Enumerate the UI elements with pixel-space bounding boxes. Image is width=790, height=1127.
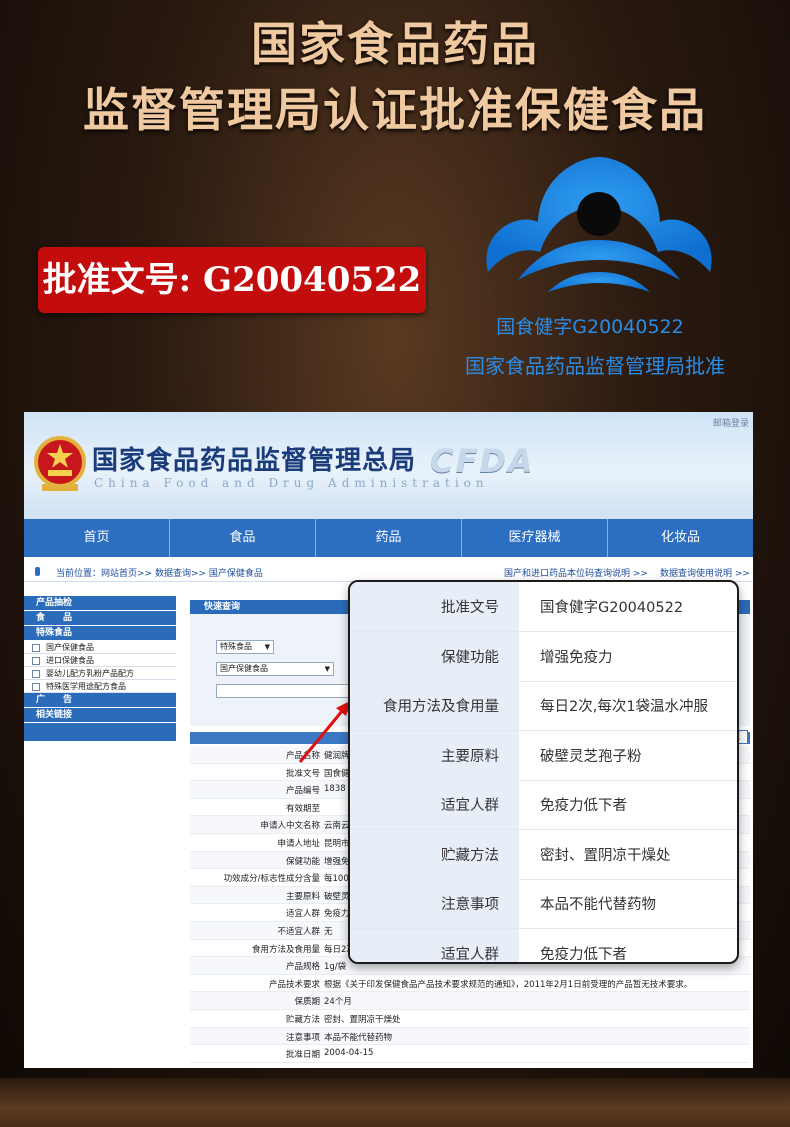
table-row: 产品技术要求 根据《关于印发保健食品产品技术要求规范的通知》，2011年2月1日前… bbox=[190, 975, 750, 993]
sidebar-sub-medical-food[interactable]: 特殊医学用途配方食品 bbox=[24, 680, 176, 693]
popup-row-value: 免疫力低下者 bbox=[540, 798, 627, 814]
row-value: 1g/袋 bbox=[324, 962, 347, 973]
main-nav: 首页 食品 药品 医疗器械 化妆品 bbox=[24, 519, 753, 557]
sidebar-item-food[interactable]: 食 品 bbox=[24, 611, 176, 625]
row-label: 申请人中文名称 bbox=[260, 821, 320, 832]
site-title: 国家食品药品监督管理总局 bbox=[92, 446, 417, 476]
location-pin-icon bbox=[35, 567, 40, 576]
row-value: 2004-04-15 bbox=[324, 1048, 374, 1059]
row-label: 贮藏方法 bbox=[285, 1014, 320, 1025]
logo-caption-approval: 国食健字G20040522 bbox=[496, 316, 684, 338]
headline-line2: 监督管理局认证批准保健食品 bbox=[83, 83, 707, 137]
sidebar-item-special-food[interactable]: 特殊食品 bbox=[24, 626, 176, 640]
row-label: 注意事项 bbox=[285, 1032, 320, 1043]
row-label: 产品规格 bbox=[285, 962, 320, 973]
popup-row-label: 主要原料 bbox=[350, 730, 519, 780]
sidebar-item-links[interactable]: 相关链接 bbox=[24, 708, 176, 722]
category-select-value: 特殊食品 bbox=[220, 642, 252, 651]
popup-row: 保健功能 增强免疫力 bbox=[350, 631, 737, 682]
query-help-link[interactable]: 数据查询使用说明 >> bbox=[660, 566, 750, 579]
popup-row-label: 保健功能 bbox=[350, 631, 519, 681]
national-emblem-icon bbox=[34, 436, 86, 491]
sidebar-item-sampling[interactable]: 产品抽检 bbox=[24, 596, 176, 610]
subcategory-select[interactable]: 国产保健食品 ▼ bbox=[216, 662, 334, 676]
headline-line1: 国家食品药品 bbox=[251, 17, 539, 71]
nav-cosmetics[interactable]: 化妆品 bbox=[608, 519, 753, 557]
popup-row-label: 适宜人群 bbox=[350, 780, 519, 829]
popup-row-value: 增强免疫力 bbox=[540, 649, 613, 666]
popup-row-value: 密封、置阴凉干燥处 bbox=[540, 847, 671, 864]
nav-medical-devices[interactable]: 医疗器械 bbox=[462, 519, 608, 557]
popup-row: 适宜人群免疫力低下者 bbox=[350, 928, 737, 963]
email-login-link[interactable]: 邮箱登录 bbox=[713, 416, 749, 429]
chevron-down-icon: ▼ bbox=[324, 665, 330, 673]
table-row: 贮藏方法 密封、置阴凉干燥处 bbox=[190, 1010, 750, 1028]
category-select[interactable]: 特殊食品 ▼ bbox=[216, 640, 274, 654]
row-label: 适宜人群 bbox=[285, 909, 320, 920]
sidebar-sub-infant-formula[interactable]: 婴幼儿配方乳粉产品配方 bbox=[24, 667, 176, 680]
sidebar-item-ads[interactable]: 广 告 bbox=[24, 693, 176, 707]
row-value: 24个月 bbox=[324, 997, 352, 1008]
popup-row-value: 国食健字G20040522 bbox=[540, 600, 684, 616]
popup-row: 贮藏方法 密封、置阴凉干燥处 bbox=[350, 829, 737, 880]
row-label: 产品技术要求 bbox=[268, 979, 320, 990]
popup-row-label: 食用方法及食用量 bbox=[350, 681, 519, 730]
row-label: 保质期 bbox=[294, 997, 320, 1008]
popup-row: 注意事项 本品不能代替药物 bbox=[350, 879, 737, 929]
popup-row-label: 注意事项 bbox=[350, 879, 519, 928]
sidebar-sub-imported-health-food[interactable]: 进口保健食品 bbox=[24, 654, 176, 667]
row-label: 食用方法及食用量 bbox=[251, 944, 320, 955]
popup-row: 适宜人群 免疫力低下者 bbox=[350, 780, 737, 830]
table-row: 批准日期 2004-04-15 bbox=[190, 1045, 750, 1063]
cfda-cloud-logo-icon bbox=[486, 157, 712, 292]
row-label: 功效成分/标志性成分含量 bbox=[223, 874, 320, 885]
site-header: 国家食品药品监督管理总局 China Food and Drug Adminis… bbox=[24, 412, 753, 519]
subcategory-select-value: 国产保健食品 bbox=[220, 664, 268, 673]
zoom-detail-popup: 批准文号 国食健字G20040522 保健功能 增强免疫力食用方法及食用量 每日2次,每… bbox=[348, 580, 739, 964]
approval-number-badge: 批准文号: G20040522 bbox=[38, 247, 426, 313]
row-label: 产品编号 bbox=[285, 786, 320, 797]
row-value: 1838 bbox=[324, 784, 346, 795]
row-value: 本品不能代替药物 bbox=[324, 1032, 393, 1043]
table-row: 保质期 24个月 bbox=[190, 992, 750, 1010]
nav-food[interactable]: 食品 bbox=[170, 519, 316, 557]
table-row: 注意事项 本品不能代替药物 bbox=[190, 1027, 750, 1046]
sidebar-filler bbox=[24, 723, 176, 741]
keyword-input[interactable] bbox=[216, 684, 356, 698]
sidebar: 产品抽检 食 品 特殊食品 国产保健食品 进口保健食品 婴幼儿配方乳粉产品配方 … bbox=[24, 596, 176, 741]
popup-row-value: 本品不能代替药物 bbox=[540, 897, 656, 913]
cfda-brand: CFDA bbox=[430, 442, 535, 480]
row-label: 不适宜人群 bbox=[277, 926, 320, 937]
row-value: 根据《关于印发保健食品产品技术要求规范的通知》，2011年2月1日前受理的产品暂… bbox=[324, 979, 693, 990]
popup-row: 批准文号 国食健字G20040522 bbox=[350, 582, 737, 632]
logo-caption-authority: 国家食品药品监督管理局批准 bbox=[465, 354, 725, 378]
popup-row-label: 适宜人群 bbox=[350, 928, 519, 962]
sidebar-sub-domestic-health-food[interactable]: 国产保健食品 bbox=[24, 641, 176, 654]
row-label: 主要原料 bbox=[285, 891, 320, 902]
popup-row: 食用方法及食用量 每日2次,每次1袋温水冲服 bbox=[350, 681, 737, 731]
nav-drugs[interactable]: 药品 bbox=[316, 519, 462, 557]
row-label: 申请人地址 bbox=[277, 838, 320, 849]
popup-row-value: 免疫力低下者 bbox=[540, 946, 627, 963]
drug-code-query-link[interactable]: 国产和进口药品本位码查询说明 >> bbox=[504, 566, 648, 579]
row-value: 无 bbox=[324, 926, 333, 937]
row-label: 保健功能 bbox=[285, 856, 320, 867]
popup-row-label: 批准文号 bbox=[350, 582, 519, 631]
popup-row: 主要原料 破壁灵芝孢子粉 bbox=[350, 730, 737, 781]
row-label: 有效期至 bbox=[285, 803, 320, 814]
popup-row-value: 破壁灵芝孢子粉 bbox=[540, 748, 642, 765]
row-label: 产品名称 bbox=[285, 751, 320, 761]
chevron-down-icon: ▼ bbox=[264, 643, 270, 651]
row-label: 批准日期 bbox=[285, 1050, 320, 1061]
breadcrumb-path[interactable]: 当前位置：网站首页>> 数据查询>> 国产保健食品 bbox=[56, 566, 263, 579]
row-value: 密封、置阴凉干燥处 bbox=[324, 1014, 401, 1025]
popup-row-value: 每日2次,每次1袋温水冲服 bbox=[540, 699, 709, 715]
nav-home[interactable]: 首页 bbox=[24, 519, 170, 557]
row-label: 批准文号 bbox=[285, 768, 320, 779]
bottom-strip bbox=[0, 1078, 790, 1127]
popup-row-label: 贮藏方法 bbox=[350, 829, 519, 879]
breadcrumb: 当前位置：网站首页>> 数据查询>> 国产保健食品 国产和进口药品本位码查询说明… bbox=[24, 562, 753, 582]
